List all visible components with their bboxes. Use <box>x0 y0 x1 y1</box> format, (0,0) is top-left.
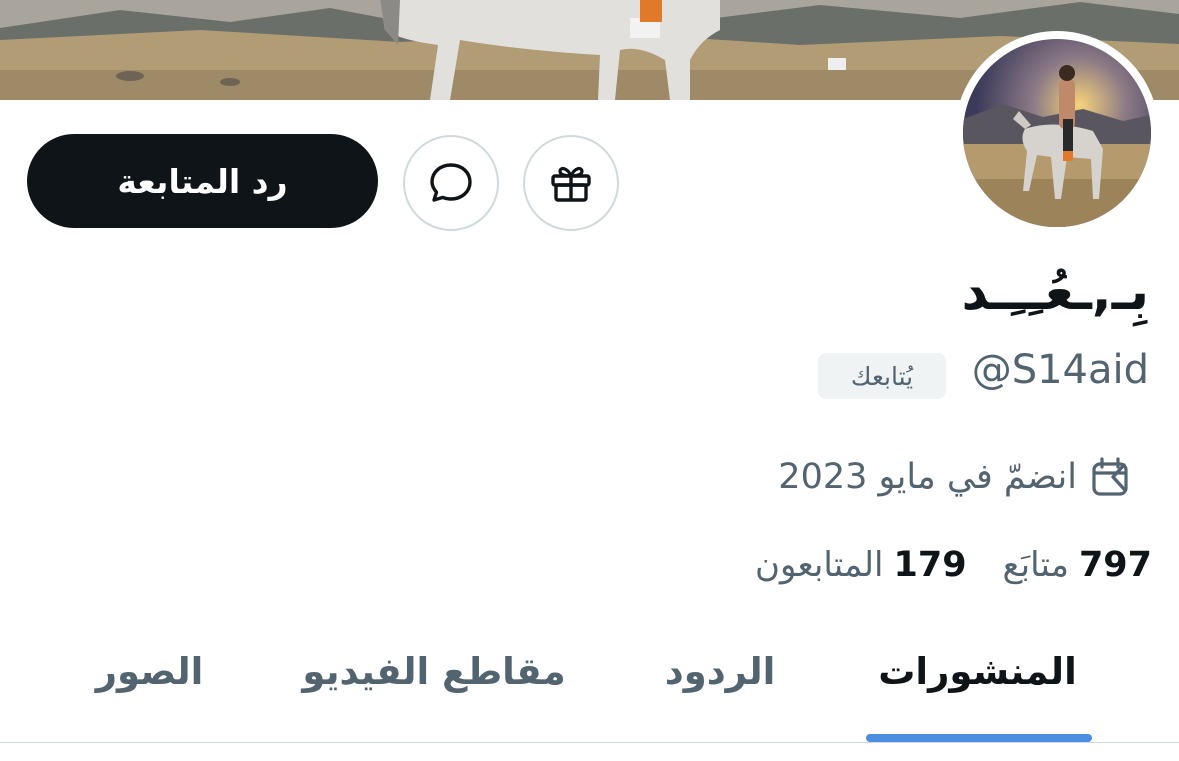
username-handle: @S14aid <box>971 347 1149 393</box>
message-button[interactable] <box>403 135 499 231</box>
followers-label: المتابعون <box>755 545 884 585</box>
avatar[interactable] <box>955 31 1159 235</box>
profile-stats: 797 متابَع 179 المتابعون <box>755 540 1152 590</box>
tab-videos[interactable]: مقاطع الفيديو <box>295 650 573 710</box>
follows-you-badge: يُتابعك <box>818 353 946 399</box>
following-count: 797 <box>1078 545 1152 585</box>
message-icon <box>430 163 472 202</box>
followers-stat[interactable]: 179 المتابعون <box>755 545 967 585</box>
gift-button[interactable] <box>523 135 619 231</box>
active-tab-indicator <box>866 734 1092 742</box>
following-stat[interactable]: 797 متابَع <box>1003 545 1152 585</box>
display-name: بِـ,ـعُـِـِـد <box>961 262 1149 322</box>
follow-back-button[interactable]: رد المتابعة <box>27 134 378 228</box>
chevron-left-icon[interactable] <box>1106 460 1130 494</box>
tab-photos[interactable]: الصور <box>82 650 217 710</box>
follow-back-label: رد المتابعة <box>117 161 288 201</box>
joined-date: انضمّ في مايو 2023 <box>778 457 1077 497</box>
tab-posts[interactable]: المنشورات <box>870 650 1085 710</box>
tab-replies[interactable]: الردود <box>650 650 790 710</box>
followers-count: 179 <box>893 545 967 585</box>
following-label: متابَع <box>1002 545 1069 585</box>
tabs-divider <box>0 742 1179 743</box>
gift-icon <box>551 166 591 202</box>
avatar-image <box>963 39 1151 227</box>
joined-date-row: انضمّ في مايو 2023 <box>778 452 1129 502</box>
